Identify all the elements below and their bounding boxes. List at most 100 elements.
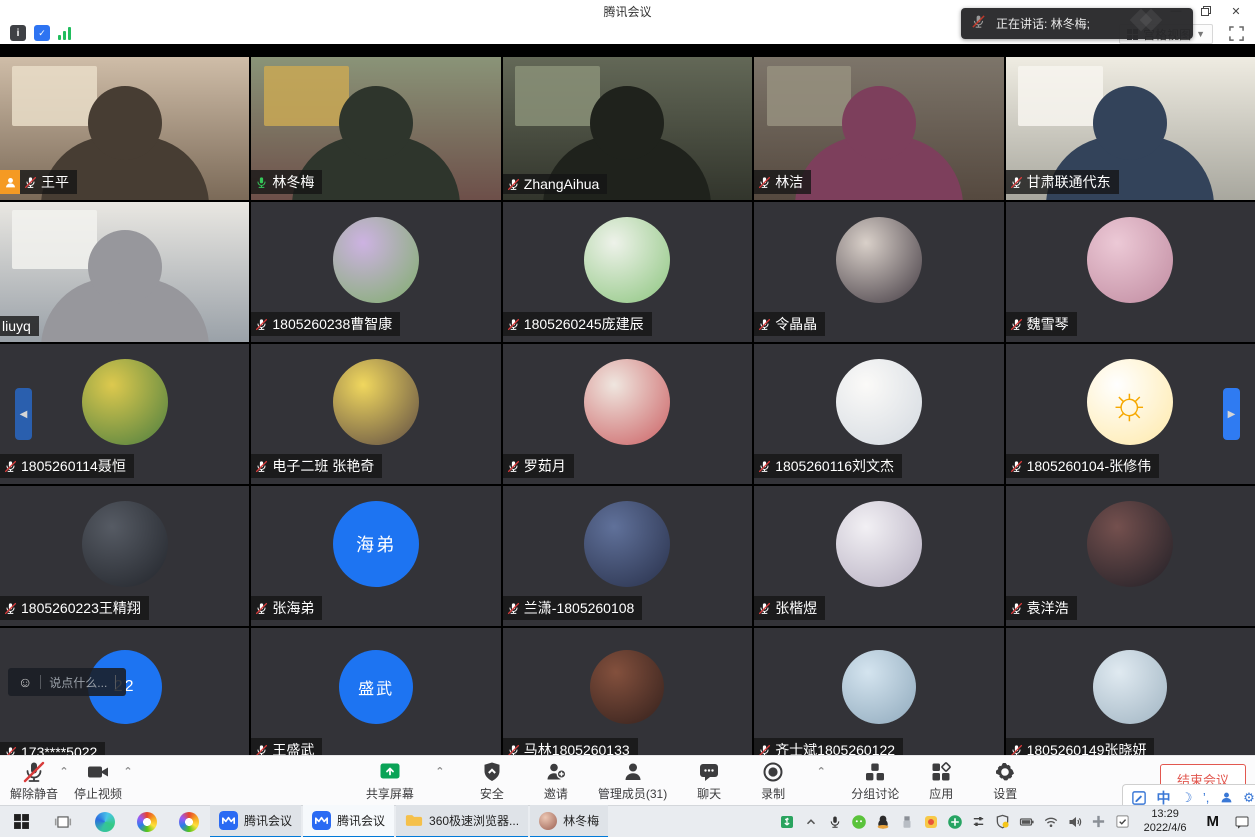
smiley-icon[interactable]: ☺: [18, 674, 32, 690]
sliders-icon[interactable]: [970, 813, 988, 831]
shield-360-icon[interactable]: [946, 813, 964, 831]
ime-cross-icon[interactable]: [1090, 813, 1108, 831]
participant-tile[interactable]: 1805260223王精翔: [0, 486, 249, 626]
mic-on-icon: [255, 176, 268, 189]
share-screen-chevron-icon[interactable]: ⌃: [432, 760, 448, 784]
participant-tile[interactable]: 盛武王盛武: [251, 628, 500, 755]
wifi-icon[interactable]: [1042, 813, 1060, 831]
participant-name: 林冬梅: [272, 172, 314, 192]
taskbar-app-button[interactable]: 林冬梅: [530, 805, 608, 837]
taskbar-app-button[interactable]: 360极速浏览器...: [396, 805, 528, 837]
notification-icon[interactable]: [1233, 813, 1251, 831]
punctuation-icon[interactable]: ’,: [1203, 790, 1210, 805]
app-yellow-icon[interactable]: [922, 813, 940, 831]
invite-label: 邀请: [544, 785, 568, 802]
chat-button[interactable]: 聊天: [687, 760, 731, 802]
taskbar-clock[interactable]: 13:29 2022/4/6: [1138, 808, 1193, 834]
breakout-button[interactable]: 分组讨论: [851, 760, 899, 802]
participant-avatar: [842, 650, 916, 724]
qq-icon[interactable]: [874, 813, 892, 831]
restore-button[interactable]: [1191, 0, 1221, 22]
start-icon[interactable]: [0, 806, 42, 837]
share-screen-button[interactable]: 共享屏幕: [366, 760, 414, 802]
defender-icon[interactable]: [994, 813, 1012, 831]
next-page-button[interactable]: ▶: [1223, 388, 1240, 440]
participant-tile[interactable]: 电子二班 张艳奇: [251, 344, 500, 484]
participant-avatar: 盛武: [339, 650, 413, 724]
stop-video-button[interactable]: 停止视频: [74, 760, 122, 802]
stop-video-chevron-icon[interactable]: ⌃: [120, 760, 136, 784]
participant-name-label: 罗茹月: [503, 454, 574, 478]
participant-tile[interactable]: 兰潇-1805260108: [503, 486, 752, 626]
participant-tile[interactable]: 令晶晶: [754, 202, 1003, 342]
participant-avatar: [1093, 650, 1167, 724]
unmute-chevron-icon[interactable]: ⌃: [56, 760, 72, 784]
participant-name: 王平: [41, 172, 69, 192]
wechat-icon[interactable]: [850, 813, 868, 831]
edge-icon[interactable]: [84, 806, 126, 837]
handwriting-pad-icon[interactable]: [1132, 791, 1146, 805]
chat-input-placeholder[interactable]: 说点什么...: [49, 674, 107, 691]
night-mode-icon[interactable]: ☽: [1181, 790, 1193, 806]
participant-name: liuyq: [2, 318, 31, 334]
folder-icon: [405, 813, 423, 828]
participant-tile[interactable]: 王平: [0, 57, 249, 200]
manage-members-button[interactable]: 管理成员(31): [598, 760, 667, 802]
participant-tile[interactable]: ZhangAihua: [503, 57, 752, 200]
participant-name: 1805260114聂恒: [21, 456, 126, 476]
participant-grid: 王平 林冬梅 ZhangAihua林洁甘肃联通代东 liuyq 1805260238曹智…: [0, 44, 1255, 755]
participant-tile[interactable]: 林冬梅: [251, 57, 500, 200]
close-button[interactable]: ✕: [1221, 0, 1251, 22]
participant-tile[interactable]: 魏雪琴: [1006, 202, 1255, 342]
microphone-icon[interactable]: [826, 813, 844, 831]
mic-muted-icon: [4, 746, 17, 756]
battery-icon[interactable]: [1018, 813, 1036, 831]
fullscreen-button[interactable]: [1225, 24, 1247, 42]
apps-button[interactable]: 应用: [919, 760, 963, 802]
participant-tile[interactable]: 张楷煜: [754, 486, 1003, 626]
participant-name: 电子二班 张艳奇: [272, 456, 374, 476]
settings-icon[interactable]: ⚙: [1243, 790, 1255, 806]
taskbar-app-button[interactable]: 腾讯会议: [303, 805, 394, 837]
participant-tile[interactable]: 甘肃联通代东: [1006, 57, 1255, 200]
quick-chat-bar[interactable]: ☺ 说点什么...: [8, 668, 126, 696]
browser-360-icon[interactable]: [126, 806, 168, 837]
participant-tile[interactable]: 1805260149张晓妍: [1006, 628, 1255, 755]
meeting-info-icon[interactable]: i: [10, 25, 26, 41]
participant-tile[interactable]: 1805260114聂恒: [0, 344, 249, 484]
chat-icon: [697, 760, 721, 784]
unmute-button[interactable]: 解除静音: [10, 760, 58, 802]
checkbox-icon[interactable]: [1114, 813, 1132, 831]
task-view-icon[interactable]: [42, 806, 84, 837]
participant-tile[interactable]: 1805260116刘文杰: [754, 344, 1003, 484]
participant-tile[interactable]: 海弟张海弟: [251, 486, 500, 626]
chevron-up-icon[interactable]: [802, 813, 820, 831]
participant-tile[interactable]: 马林1805260133: [503, 628, 752, 755]
record-chevron-icon[interactable]: ⌃: [813, 760, 829, 784]
participant-tile[interactable]: 罗茹月: [503, 344, 752, 484]
security-shield-icon[interactable]: ✓: [34, 25, 50, 41]
participant-tile[interactable]: 袁洋浩: [1006, 486, 1255, 626]
user-icon[interactable]: [1220, 791, 1233, 804]
participant-tile[interactable]: 齐士斌1805260122: [754, 628, 1003, 755]
participant-tile[interactable]: ☼1805260104-张修伟: [1006, 344, 1255, 484]
usb-eject-icon[interactable]: [778, 813, 796, 831]
participant-tile[interactable]: 1805260238曹智康: [251, 202, 500, 342]
usb-drive-icon[interactable]: [898, 813, 916, 831]
browser-360-speed-icon[interactable]: [168, 806, 210, 837]
invite-button[interactable]: 邀请: [534, 760, 578, 802]
volume-icon[interactable]: [1066, 813, 1084, 831]
taskbar-app-button[interactable]: 腾讯会议: [210, 805, 301, 837]
sogou-m-icon[interactable]: M: [1199, 813, 1228, 830]
participant-name-label: 1805260104-张修伟: [1006, 454, 1160, 478]
participant-tile[interactable]: 林洁: [754, 57, 1003, 200]
security-button[interactable]: 安全: [470, 760, 514, 802]
settings-button[interactable]: 设置: [983, 760, 1027, 802]
network-signal-icon[interactable]: [58, 27, 71, 40]
mic-muted-icon: [1010, 176, 1023, 189]
prev-page-button[interactable]: ◀: [15, 388, 32, 440]
mic-muted-icon: [1010, 744, 1023, 756]
participant-tile[interactable]: 1805260245庞建辰: [503, 202, 752, 342]
participant-tile[interactable]: liuyq: [0, 202, 249, 342]
record-button[interactable]: 录制: [751, 760, 795, 802]
